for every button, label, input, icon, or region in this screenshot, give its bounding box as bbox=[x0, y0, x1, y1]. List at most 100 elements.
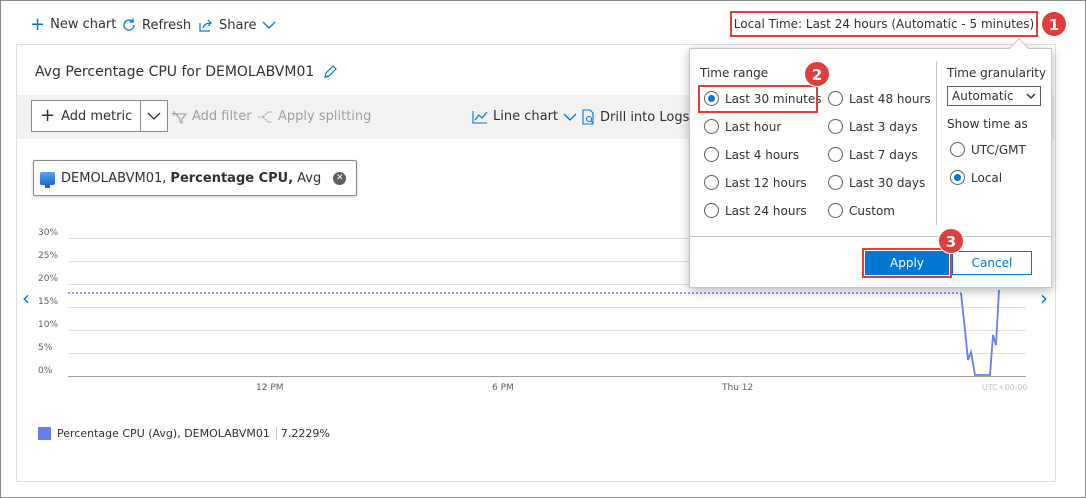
chevron-down-icon bbox=[262, 21, 275, 29]
radio-label: UTC/GMT bbox=[971, 142, 1026, 157]
x-tick-label: Thu 12 bbox=[722, 383, 754, 393]
chevron-down-icon bbox=[1026, 93, 1036, 99]
plus-icon: + bbox=[40, 105, 56, 126]
step-badge-3: 3 bbox=[938, 228, 964, 254]
radio-last-12-hours[interactable]: Last 12 hours bbox=[704, 175, 807, 190]
time-range-button[interactable]: Local Time: Last 24 hours (Automatic - 5… bbox=[730, 11, 1038, 37]
radio-circle bbox=[828, 203, 843, 218]
radio-label: Custom bbox=[849, 203, 895, 218]
metric-pill[interactable]: DEMOLABVM01, Percentage CPU, Avg ✕ bbox=[33, 160, 358, 196]
radio-label: Last 4 hours bbox=[725, 147, 799, 162]
y-tick-label: 25% bbox=[38, 251, 59, 261]
edit-pencil-icon[interactable] bbox=[322, 64, 338, 80]
series-line bbox=[68, 289, 1000, 376]
radio-last-hour[interactable]: Last hour bbox=[704, 119, 781, 134]
radio-utc-gmt[interactable]: UTC/GMT bbox=[950, 142, 1026, 157]
share-icon bbox=[199, 19, 212, 32]
close-icon[interactable]: ✕ bbox=[333, 171, 347, 185]
metric-pill-metric: Percentage CPU, bbox=[170, 170, 294, 186]
y-tick-label: 5% bbox=[38, 343, 53, 353]
time-granularity-heading: Time granularity bbox=[947, 66, 1047, 80]
add-filter-label: Add filter bbox=[192, 109, 252, 124]
timezone-label: UTC+00:00 bbox=[982, 383, 1028, 392]
time-range-heading: Time range bbox=[700, 66, 769, 80]
radio-label: Last 48 hours bbox=[849, 91, 931, 106]
refresh-button[interactable]: Refresh bbox=[121, 17, 191, 33]
step-badge-1: 1 bbox=[1041, 11, 1067, 37]
cancel-button[interactable]: Cancel bbox=[952, 251, 1032, 275]
drill-into-logs-label: Drill into Logs bbox=[600, 109, 690, 125]
chevron-right-icon[interactable]: › bbox=[1040, 286, 1048, 310]
radio-local[interactable]: Local bbox=[950, 170, 1002, 185]
legend-swatch bbox=[38, 427, 51, 440]
time-range-popup: Time range Last 30 minutes Last hour Las… bbox=[689, 38, 1052, 288]
line-chart-label: Line chart bbox=[493, 109, 559, 124]
line-chart-button[interactable]: Line chart bbox=[472, 109, 577, 124]
radio-circle bbox=[704, 203, 719, 218]
drill-into-logs-button[interactable]: Drill into Logs bbox=[581, 109, 689, 125]
radio-last-7-days[interactable]: Last 7 days bbox=[828, 147, 918, 162]
radio-label: Last 24 hours bbox=[725, 203, 807, 218]
radio-circle bbox=[828, 147, 843, 162]
radio-last-4-hours[interactable]: Last 4 hours bbox=[704, 147, 799, 162]
legend-value: 7.2229% bbox=[275, 427, 330, 440]
radio-label: Last 3 days bbox=[849, 119, 918, 134]
divider bbox=[690, 236, 1051, 237]
refresh-icon bbox=[123, 18, 135, 31]
share-label: Share bbox=[219, 17, 257, 33]
radio-last-24-hours[interactable]: Last 24 hours bbox=[704, 203, 807, 218]
y-tick-label: 20% bbox=[38, 274, 59, 284]
refresh-label: Refresh bbox=[142, 17, 192, 33]
radio-circle bbox=[950, 142, 965, 157]
chart-legend[interactable]: Percentage CPU (Avg), DEMOLABVM01 7.2229… bbox=[38, 427, 330, 440]
apply-splitting-label: Apply splitting bbox=[278, 109, 372, 124]
radio-circle bbox=[828, 91, 843, 106]
y-tick-label: 10% bbox=[38, 320, 59, 330]
metric-pill-resource: DEMOLABVM01, bbox=[61, 170, 167, 186]
radio-last-30-days[interactable]: Last 30 days bbox=[828, 175, 925, 190]
plus-icon: + bbox=[30, 13, 46, 35]
radio-circle bbox=[704, 147, 719, 162]
radio-circle bbox=[704, 175, 719, 190]
chevron-down-icon bbox=[147, 112, 161, 120]
radio-circle bbox=[828, 175, 843, 190]
add-metric-label: Add metric bbox=[61, 108, 133, 124]
add-metric-dropdown[interactable] bbox=[141, 101, 167, 131]
metric-pill-aggregation: Avg bbox=[297, 170, 322, 186]
apply-splitting-button[interactable]: Apply splitting bbox=[257, 109, 371, 124]
radio-label: Last 7 days bbox=[849, 147, 918, 162]
new-chart-button[interactable]: + New chart bbox=[30, 13, 117, 35]
radio-custom[interactable]: Custom bbox=[828, 203, 895, 218]
virtual-machine-icon bbox=[40, 171, 55, 188]
chevron-down-icon bbox=[563, 113, 577, 121]
y-tick-label: 0% bbox=[38, 366, 53, 376]
chevron-left-icon[interactable]: ‹ bbox=[22, 286, 30, 310]
splitting-icon bbox=[258, 110, 272, 123]
highlight-box bbox=[698, 85, 818, 113]
time-granularity-value: Automatic bbox=[952, 89, 1014, 103]
share-button[interactable]: Share bbox=[198, 17, 276, 33]
radio-label: Last 30 days bbox=[849, 175, 926, 190]
radio-label: Last 12 hours bbox=[725, 175, 807, 190]
radio-last-3-days[interactable]: Last 3 days bbox=[828, 119, 918, 134]
time-range-label: Local Time: Last 24 hours (Automatic - 5… bbox=[733, 17, 1035, 31]
radio-label: Local bbox=[971, 170, 1003, 185]
new-chart-label: New chart bbox=[50, 17, 117, 32]
logs-document-icon bbox=[582, 109, 594, 125]
radio-circle bbox=[704, 119, 719, 134]
add-filter-button[interactable]: Add filter bbox=[171, 109, 252, 124]
add-metric-split-button: + Add metric bbox=[31, 100, 169, 132]
divider bbox=[936, 61, 937, 225]
show-time-heading: Show time as bbox=[947, 117, 1028, 131]
step-badge-2: 2 bbox=[804, 61, 830, 87]
add-metric-button[interactable]: + Add metric bbox=[32, 101, 142, 131]
x-tick-label: 6 PM bbox=[492, 383, 514, 393]
time-granularity-select[interactable]: Automatic bbox=[947, 86, 1041, 106]
chart-title-row: Avg Percentage CPU for DEMOLABVM01 bbox=[35, 64, 338, 80]
chart-title: Avg Percentage CPU for DEMOLABVM01 bbox=[35, 64, 315, 80]
radio-circle bbox=[950, 170, 965, 185]
y-tick-label: 15% bbox=[38, 297, 59, 307]
y-tick-label: 30% bbox=[38, 228, 59, 238]
radio-circle bbox=[828, 119, 843, 134]
radio-last-48-hours[interactable]: Last 48 hours bbox=[828, 91, 931, 106]
